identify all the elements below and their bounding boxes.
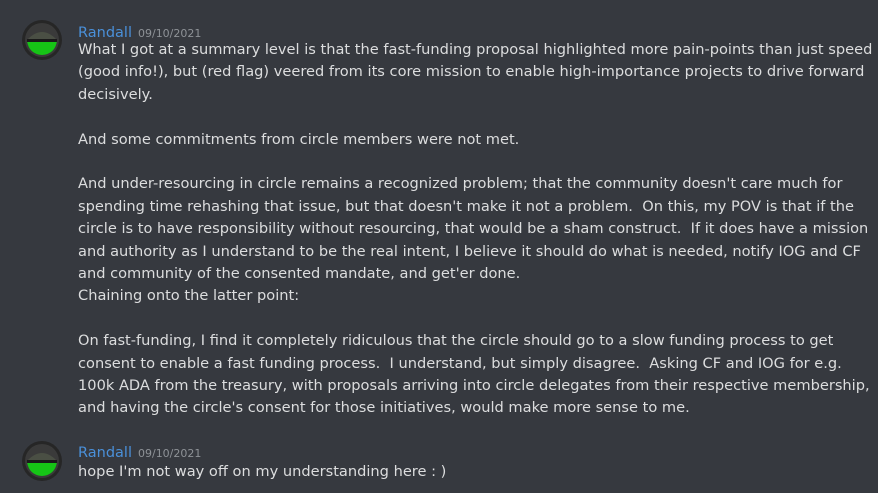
message-paragraph: hope I'm not way off on my understanding… <box>78 463 447 480</box>
message-paragraph: And some commitments from circle members… <box>78 130 520 148</box>
message-content: hope I'm not way off on my understanding… <box>78 461 873 483</box>
message-content: What I got at a summary level is that th… <box>78 39 873 420</box>
message-header: Randall 09/10/2021 <box>78 442 201 462</box>
message-paragraph: On fast-funding, I find it completely ri… <box>78 332 875 417</box>
message-paragraph: Chaining onto the latter point: <box>78 287 300 305</box>
author-name[interactable]: Randall <box>78 445 132 461</box>
message-timestamp: 09/10/2021 <box>137 447 202 460</box>
user-avatar-icon[interactable] <box>22 20 62 60</box>
user-avatar-icon[interactable] <box>22 441 62 481</box>
message-paragraph: What I got at a summary level is that th… <box>78 41 877 103</box>
message-paragraph: And under-resourcing in circle remains a… <box>78 175 873 283</box>
